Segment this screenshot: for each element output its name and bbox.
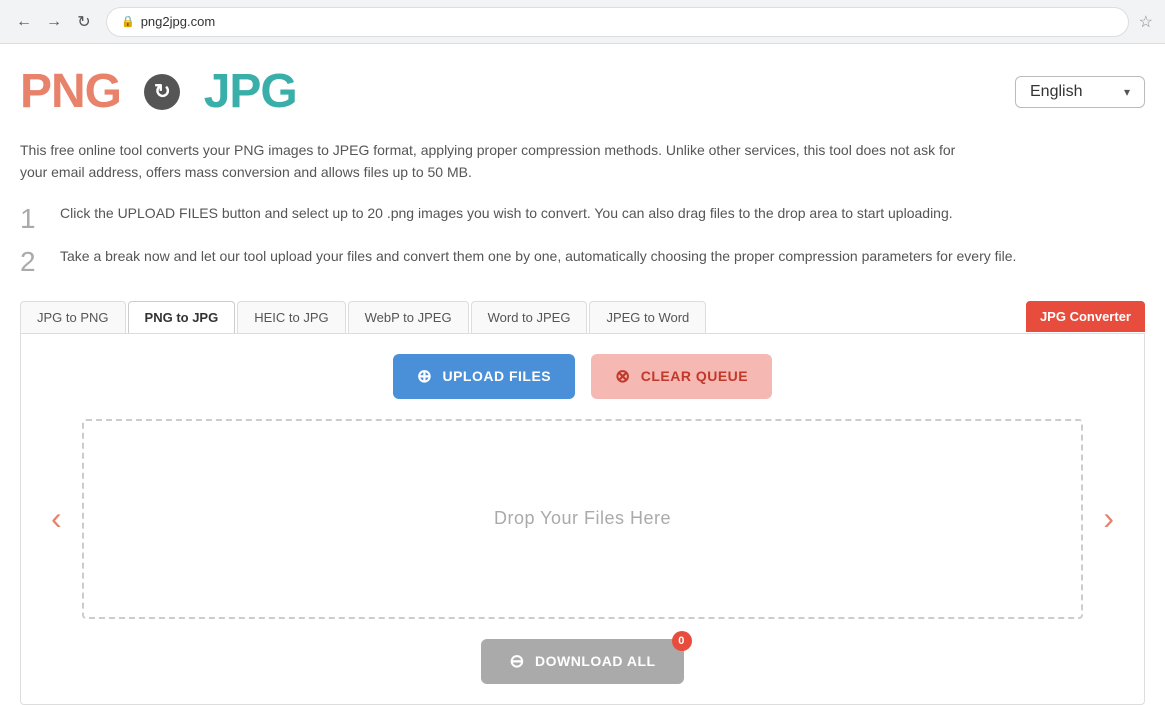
download-label: DOWNLOAD ALL [535,653,656,669]
address-bar[interactable]: 🔒 png2jpg.com [106,7,1129,37]
next-arrow-button[interactable]: › [1093,500,1124,537]
browser-nav-buttons: ← → ↻ [12,10,96,34]
tab-word-to-jpeg[interactable]: Word to JPEG [471,301,588,333]
step-2: 2 Take a break now and let our tool uplo… [20,245,1145,279]
drop-zone[interactable]: Drop Your Files Here [82,419,1084,619]
tool-area: ⊕ UPLOAD FILES ⊗ CLEAR QUEUE ‹ Drop Your… [20,333,1145,705]
tab-png-to-jpg[interactable]: PNG to JPG [128,301,236,333]
tab-jpg-converter[interactable]: JPG Converter [1026,301,1145,332]
logo-jpg: JPG [204,64,297,119]
back-button[interactable]: ← [12,10,36,34]
prev-arrow-button[interactable]: ‹ [41,500,72,537]
logo: PNG ↻ JPG [20,64,297,119]
tabs-bar: JPG to PNG PNG to JPG HEIC to JPG WebP t… [20,301,1145,333]
refresh-button[interactable]: ↻ [72,10,96,34]
language-label: English [1030,83,1082,101]
tab-jpeg-to-word[interactable]: JPEG to Word [589,301,706,333]
download-row: ⊖ DOWNLOAD ALL 0 [41,639,1124,684]
upload-icon: ⊕ [417,366,433,387]
step-2-text: Take a break now and let our tool upload… [60,245,1016,267]
tab-heic-to-jpg[interactable]: HEIC to JPG [237,301,345,333]
drop-zone-text: Drop Your Files Here [494,508,671,529]
tab-webp-to-jpeg[interactable]: WebP to JPEG [348,301,469,333]
tab-jpg-to-png[interactable]: JPG to PNG [20,301,126,333]
step-2-number: 2 [20,245,44,279]
clear-queue-button[interactable]: ⊗ CLEAR QUEUE [591,354,772,399]
download-badge: 0 [672,631,692,651]
language-dropdown[interactable]: English ▾ [1015,76,1145,108]
tabs-left: JPG to PNG PNG to JPG HEIC to JPG WebP t… [20,301,708,333]
logo-arrow-icon: ↻ [144,74,180,110]
chevron-down-icon: ▾ [1124,85,1130,99]
step-1-text: Click the UPLOAD FILES button and select… [60,202,953,224]
lock-icon: 🔒 [121,15,135,28]
step-1-number: 1 [20,202,44,236]
header: PNG ↻ JPG English ▾ [20,64,1145,119]
logo-to-text [127,64,140,119]
download-all-button[interactable]: ⊖ DOWNLOAD ALL 0 [481,639,683,684]
forward-button[interactable]: → [42,10,66,34]
bookmark-button[interactable]: ☆ [1139,12,1153,32]
drop-zone-wrapper: ‹ Drop Your Files Here › [41,419,1124,619]
steps: 1 Click the UPLOAD FILES button and sele… [20,202,1145,279]
browser-chrome: ← → ↻ 🔒 png2jpg.com ☆ [0,0,1165,44]
logo-to: ↻ [127,64,198,119]
step-1: 1 Click the UPLOAD FILES button and sele… [20,202,1145,236]
upload-label: UPLOAD FILES [442,368,551,384]
description-text: This free online tool converts your PNG … [20,139,980,184]
logo-to-spacer [184,64,197,119]
buttons-row: ⊕ UPLOAD FILES ⊗ CLEAR QUEUE [41,354,1124,399]
url-text: png2jpg.com [141,14,215,29]
download-icon: ⊖ [509,651,525,672]
upload-files-button[interactable]: ⊕ UPLOAD FILES [393,354,575,399]
page-content: PNG ↻ JPG English ▾ This free online too… [0,44,1165,705]
logo-png: PNG [20,64,121,119]
clear-label: CLEAR QUEUE [641,368,748,384]
clear-icon: ⊗ [615,366,631,387]
